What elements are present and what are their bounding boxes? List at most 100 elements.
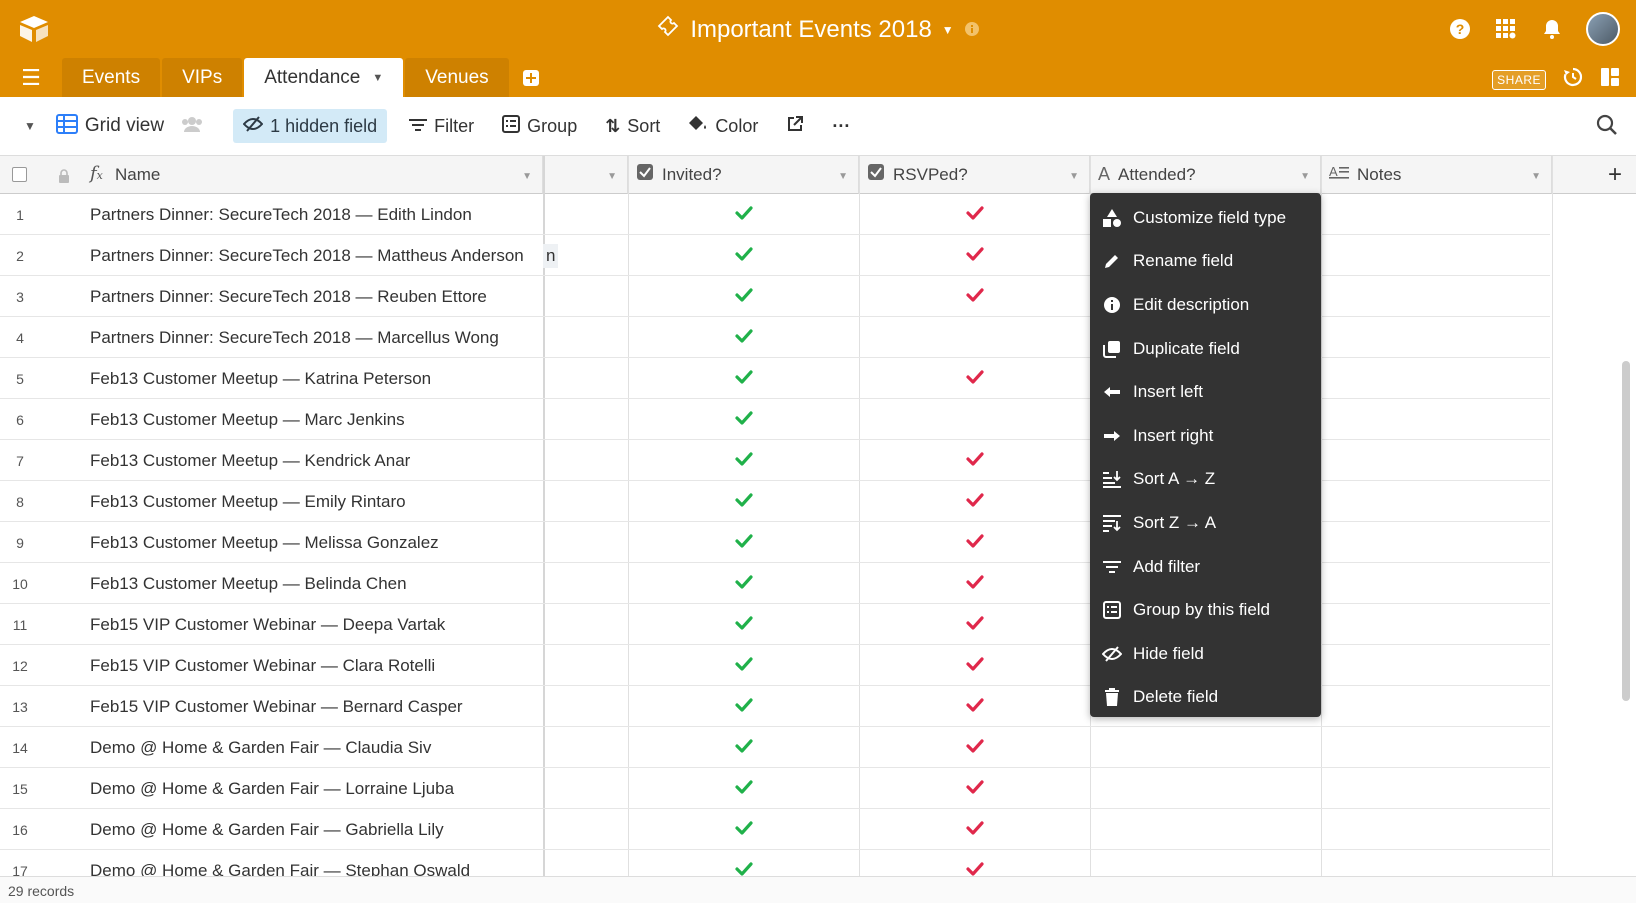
cell-rsvped[interactable] [859, 645, 1090, 686]
cell-notes[interactable] [1321, 399, 1552, 440]
cell-invited[interactable] [628, 317, 859, 358]
bell-icon[interactable] [1540, 17, 1564, 41]
blocks-icon[interactable] [1600, 67, 1620, 92]
cell-notes[interactable] [1321, 686, 1552, 727]
column-header-invited[interactable]: Invited? [662, 165, 722, 185]
add-table-icon[interactable] [511, 58, 551, 97]
cell-name[interactable]: Demo @ Home & Garden Fair — Claudia Siv [90, 727, 540, 768]
cell-name[interactable]: Partners Dinner: SecureTech 2018 — Marce… [90, 317, 540, 358]
cell-invited[interactable] [628, 727, 859, 768]
select-all-checkbox[interactable] [12, 167, 27, 182]
table-row[interactable]: 17 Demo @ Home & Garden Fair — Stephan Os… [0, 850, 1550, 876]
menu-item-sort-a-z[interactable]: Sort A → Z [1090, 458, 1321, 502]
column-header-attended[interactable]: Attended? [1118, 165, 1196, 185]
add-field-icon[interactable]: + [1608, 161, 1622, 189]
cell-rsvped[interactable] [859, 850, 1090, 876]
cell-name[interactable]: Feb15 VIP Customer Webinar — Clara Rotel… [90, 645, 540, 686]
cell-name[interactable]: Partners Dinner: SecureTech 2018 — Reube… [90, 276, 540, 317]
cell-rsvped[interactable] [859, 399, 1090, 440]
menu-item-group-by-this-field[interactable]: Group by this field [1090, 588, 1321, 632]
chevron-down-icon[interactable]: ▼ [607, 171, 617, 182]
cell-invited[interactable] [628, 194, 859, 235]
cell-notes[interactable] [1321, 850, 1552, 876]
table-row[interactable]: 15 Demo @ Home & Garden Fair — Lorraine L… [0, 768, 1550, 809]
cell-rsvped[interactable] [859, 481, 1090, 522]
cell-notes[interactable] [1321, 522, 1552, 563]
cell-rsvped[interactable] [859, 563, 1090, 604]
help-icon[interactable]: ? [1448, 17, 1472, 41]
menu-item-hide-field[interactable]: Hide field [1090, 632, 1321, 676]
cell-attended[interactable] [1090, 850, 1321, 876]
vertical-scrollbar[interactable] [1622, 361, 1630, 701]
cell-rsvped[interactable] [859, 686, 1090, 727]
cell-name[interactable]: Demo @ Home & Garden Fair — Stephan Oswa… [90, 850, 540, 877]
column-header-name[interactable]: Name [115, 165, 160, 185]
cell-rsvped[interactable] [859, 194, 1090, 235]
cell-name[interactable]: Demo @ Home & Garden Fair — Lorraine Lju… [90, 768, 540, 809]
filter-button[interactable]: Filter [399, 109, 484, 143]
chevron-down-icon[interactable]: ▼ [1300, 171, 1310, 182]
cell-invited[interactable] [628, 358, 859, 399]
cell-invited[interactable] [628, 440, 859, 481]
cell-notes[interactable] [1321, 727, 1552, 768]
chevron-down-icon[interactable]: ▼ [838, 171, 848, 182]
airtable-logo[interactable] [16, 14, 52, 44]
cell-rsvped[interactable] [859, 317, 1090, 358]
cell-notes[interactable] [1321, 481, 1552, 522]
menu-item-edit-description[interactable]: Edit description [1090, 283, 1321, 327]
cell-name[interactable]: Demo @ Home & Garden Fair — Gabriella Li… [90, 809, 540, 850]
cell-name[interactable]: Feb13 Customer Meetup — Belinda Chen [90, 563, 540, 604]
tab-vips[interactable]: VIPs [162, 58, 243, 97]
cell-invited[interactable] [628, 850, 859, 876]
apps-grid-icon[interactable] [1494, 17, 1518, 41]
cell-invited[interactable] [628, 645, 859, 686]
cell-invited[interactable] [628, 809, 859, 850]
cell-notes[interactable] [1321, 604, 1552, 645]
cell-name[interactable]: Partners Dinner: SecureTech 2018 — Matth… [90, 235, 540, 276]
cell-invited[interactable] [628, 522, 859, 563]
chevron-down-icon[interactable]: ▼ [1069, 171, 1079, 182]
search-icon[interactable] [1596, 114, 1618, 141]
color-button[interactable]: Color [678, 109, 768, 143]
cell-notes[interactable] [1321, 809, 1552, 850]
group-button[interactable]: Group [492, 109, 587, 143]
cell-notes[interactable] [1321, 317, 1552, 358]
cell-rsvped[interactable] [859, 768, 1090, 809]
chevron-down-icon[interactable]: ▼ [522, 171, 532, 182]
chevron-down-icon[interactable]: ▼ [1531, 171, 1541, 182]
cell-rsvped[interactable] [859, 358, 1090, 399]
menu-item-rename-field[interactable]: Rename field [1090, 240, 1321, 284]
cell-notes[interactable] [1321, 276, 1552, 317]
tab-venues[interactable]: Venues [405, 58, 509, 97]
column-header-rsvped[interactable]: RSVPed? [893, 165, 968, 185]
cell-rsvped[interactable] [859, 235, 1090, 276]
cell-name[interactable]: Feb15 VIP Customer Webinar — Bernard Cas… [90, 686, 540, 727]
chevron-down-icon[interactable]: ▼ [372, 72, 383, 84]
share-view-button[interactable] [776, 109, 814, 143]
view-name[interactable]: Grid view [46, 109, 213, 143]
cell-hidden-partial[interactable]: n [543, 243, 559, 268]
menu-item-delete-field[interactable]: Delete field [1090, 676, 1321, 720]
cell-rsvped[interactable] [859, 809, 1090, 850]
cell-invited[interactable] [628, 235, 859, 276]
cell-notes[interactable] [1321, 645, 1552, 686]
cell-name[interactable]: Feb13 Customer Meetup — Emily Rintaro [90, 481, 540, 522]
cell-attended[interactable] [1090, 809, 1321, 850]
cell-invited[interactable] [628, 563, 859, 604]
cell-invited[interactable] [628, 399, 859, 440]
column-header-notes[interactable]: Notes [1357, 165, 1401, 185]
history-icon[interactable] [1562, 66, 1584, 93]
sort-button[interactable]: ⇅ Sort [595, 109, 670, 143]
cell-attended[interactable] [1090, 768, 1321, 809]
cell-invited[interactable] [628, 276, 859, 317]
menu-item-duplicate-field[interactable]: Duplicate field [1090, 327, 1321, 371]
chevron-down-icon[interactable]: ▼ [942, 23, 954, 37]
chevron-down-icon[interactable]: ▼ [24, 119, 36, 133]
cell-rsvped[interactable] [859, 604, 1090, 645]
cell-invited[interactable] [628, 686, 859, 727]
cell-notes[interactable] [1321, 440, 1552, 481]
more-options-button[interactable]: ··· [822, 109, 860, 143]
cell-invited[interactable] [628, 604, 859, 645]
cell-name[interactable]: Feb13 Customer Meetup — Melissa Gonzalez [90, 522, 540, 563]
menu-item-insert-left[interactable]: Insert left [1090, 370, 1321, 414]
